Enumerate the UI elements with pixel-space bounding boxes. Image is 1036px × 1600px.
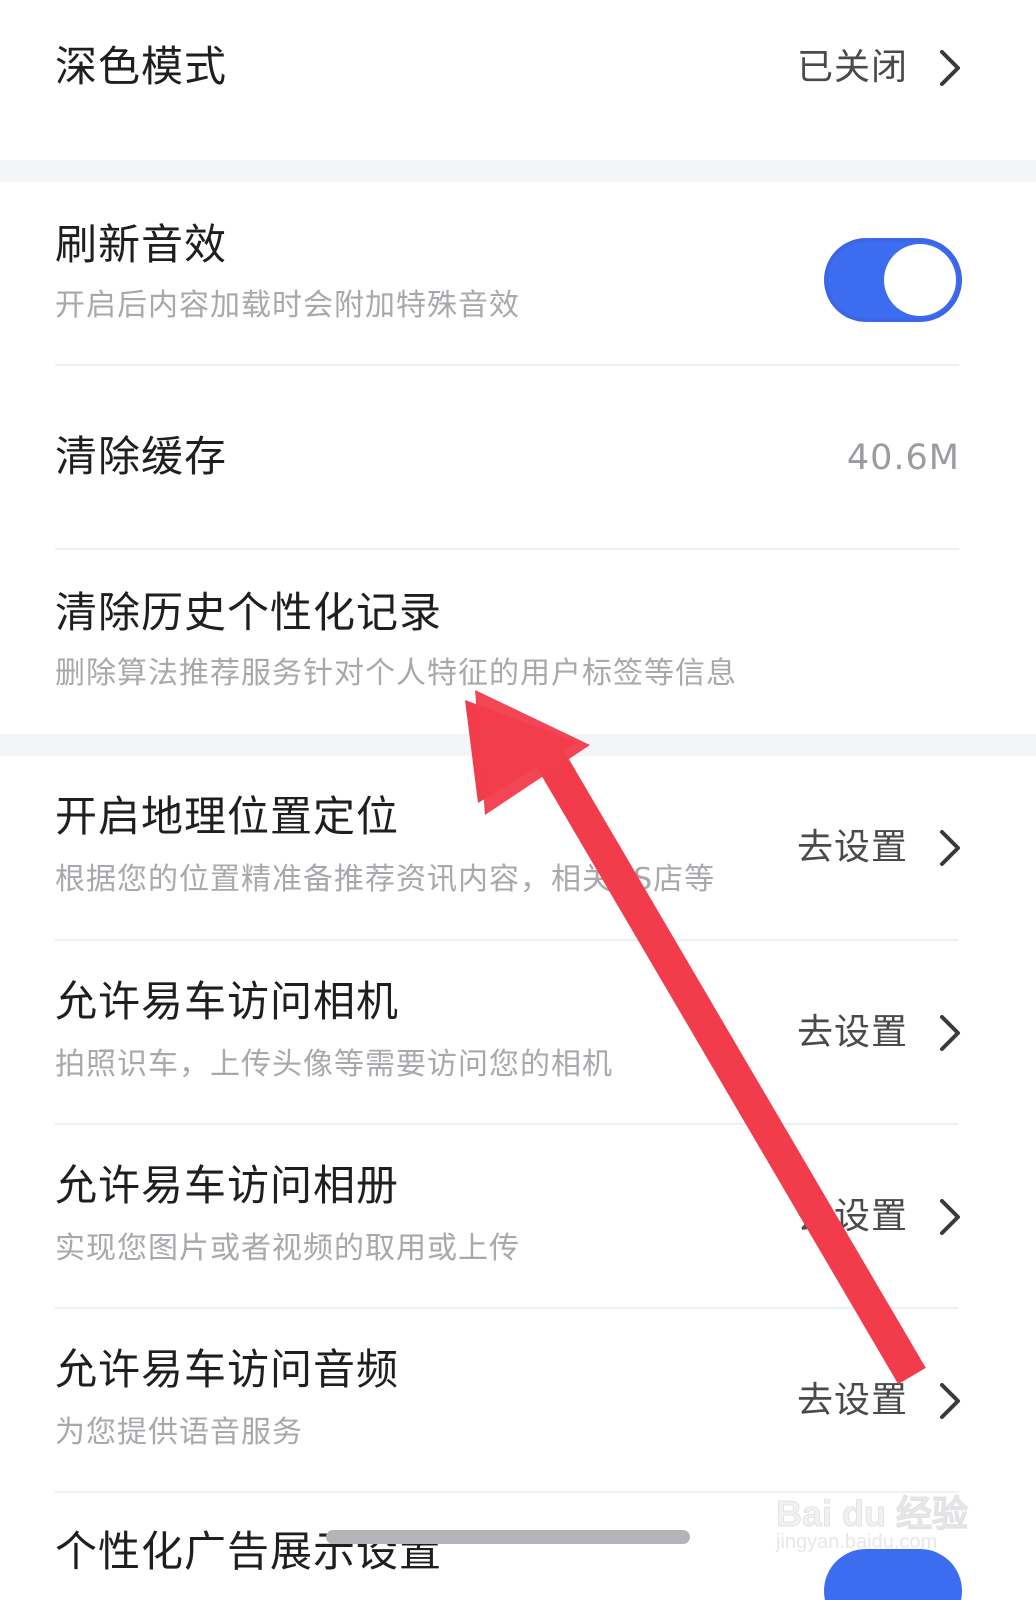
- location-action: 去设置: [796, 827, 908, 868]
- cache-size-value: 40.6M: [846, 438, 960, 478]
- dark-mode-row[interactable]: 深色模式 已关闭: [0, 0, 1036, 160]
- clear-cache-title: 清除缓存: [55, 432, 228, 481]
- location-title: 开启地理位置定位: [55, 792, 400, 841]
- watermark-url: jingyan.baidu.com: [776, 1531, 938, 1553]
- photos-subtitle: 实现您图片或者视频的取用或上传: [55, 1231, 520, 1266]
- refresh-sound-toggle[interactable]: [824, 238, 962, 322]
- chevron-right-icon: [940, 1383, 960, 1419]
- camera-title: 允许易车访问相机: [55, 977, 400, 1026]
- clear-cache-row[interactable]: 清除缓存 40.6M: [0, 366, 1036, 548]
- refresh-sound-title: 刷新音效: [55, 220, 228, 269]
- location-permission-row[interactable]: 开启地理位置定位 根据您的位置精准备推荐资讯内容，相关4S店等 去设置: [0, 756, 1036, 940]
- dark-mode-title: 深色模式: [55, 42, 228, 91]
- clear-history-title: 清除历史个性化记录: [55, 588, 443, 637]
- refresh-sound-row: 刷新音效 开启后内容加载时会附加特殊音效: [0, 182, 1036, 365]
- photos-permission-row[interactable]: 允许易车访问相册 实现您图片或者视频的取用或上传 去设置: [0, 1125, 1036, 1308]
- section-separator: [0, 160, 1036, 182]
- camera-permission-row[interactable]: 允许易车访问相机 拍照识车，上传头像等需要访问您的相机 去设置: [0, 941, 1036, 1124]
- camera-action: 去设置: [796, 1012, 908, 1053]
- chevron-right-icon: [940, 50, 960, 86]
- location-subtitle: 根据您的位置精准备推荐资讯内容，相关4S店等: [55, 862, 716, 897]
- audio-permission-row[interactable]: 允许易车访问音频 为您提供语音服务 去设置: [0, 1309, 1036, 1492]
- baidu-jingyan-watermark: Bai du 经验 jingyan.baidu.com: [775, 1485, 969, 1565]
- clear-history-subtitle: 删除算法推荐服务针对个人特征的用户标签等信息: [55, 656, 737, 691]
- home-indicator[interactable]: [326, 1530, 690, 1544]
- watermark-logo: Bai du 经验: [775, 1493, 969, 1535]
- toggle-knob: [884, 244, 956, 316]
- chevron-right-icon: [940, 1015, 960, 1051]
- refresh-sound-subtitle: 开启后内容加载时会附加特殊音效: [55, 288, 520, 323]
- photos-action: 去设置: [796, 1196, 908, 1237]
- settings-page: 深色模式 已关闭 刷新音效 开启后内容加载时会附加特殊音效 清除缓存 40.6M…: [0, 0, 1036, 1600]
- audio-title: 允许易车访问音频: [55, 1345, 400, 1394]
- clear-history-row[interactable]: 清除历史个性化记录 删除算法推荐服务针对个人特征的用户标签等信息: [0, 550, 1036, 734]
- dark-mode-value: 已关闭: [796, 47, 908, 88]
- section-separator: [0, 734, 1036, 756]
- audio-subtitle: 为您提供语音服务: [55, 1415, 303, 1450]
- audio-action: 去设置: [796, 1380, 908, 1421]
- camera-subtitle: 拍照识车，上传头像等需要访问您的相机: [55, 1047, 613, 1082]
- photos-title: 允许易车访问相册: [55, 1161, 400, 1210]
- chevron-right-icon: [940, 830, 960, 866]
- chevron-right-icon: [940, 1199, 960, 1235]
